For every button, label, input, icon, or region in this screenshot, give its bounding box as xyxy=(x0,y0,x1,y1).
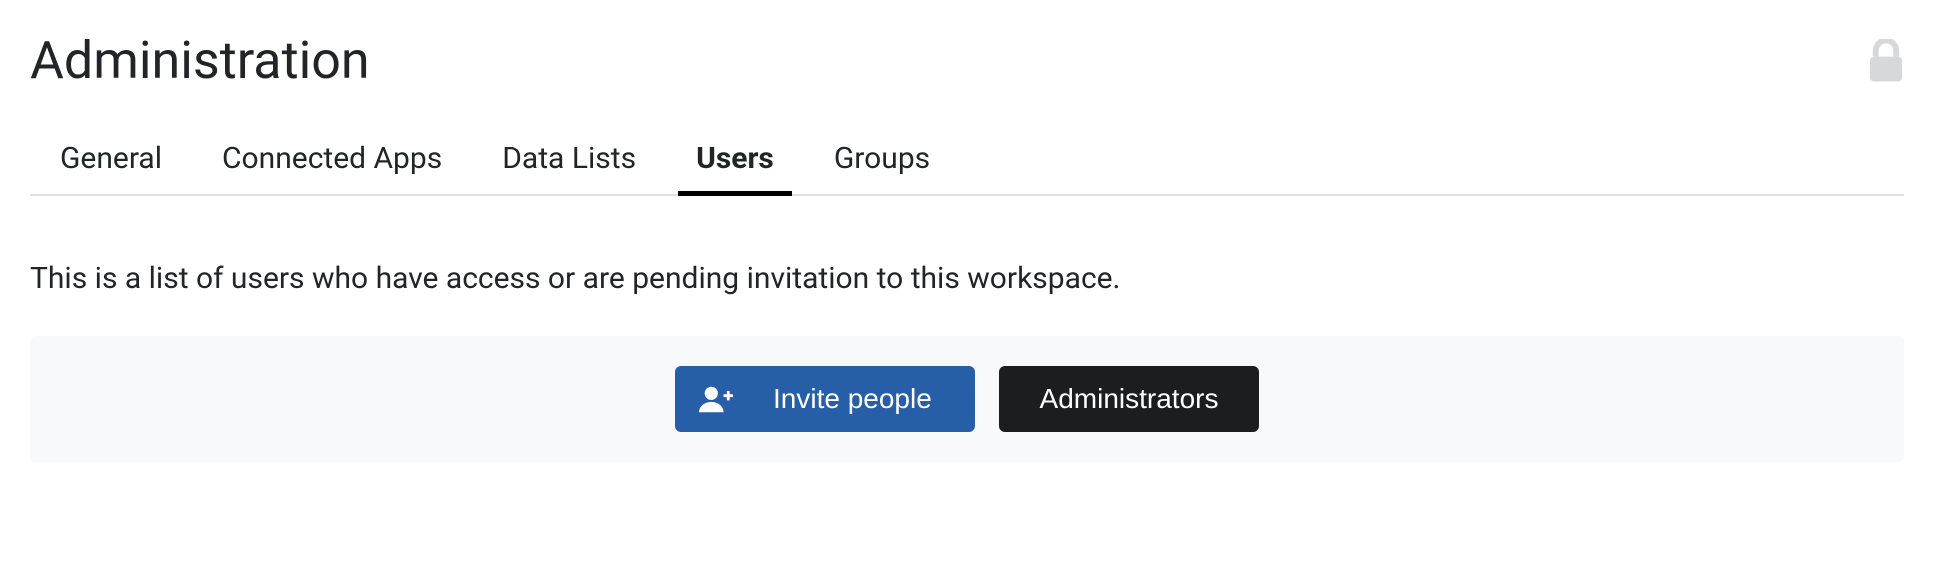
users-description: This is a list of users who have access … xyxy=(30,261,1904,296)
invite-people-button[interactable]: Invite people xyxy=(675,366,975,432)
invite-people-label: Invite people xyxy=(773,383,932,415)
administrators-button[interactable]: Administrators xyxy=(999,366,1259,432)
page-header: Administration xyxy=(30,30,1904,91)
tab-groups[interactable]: Groups xyxy=(834,131,930,194)
tab-data-lists[interactable]: Data Lists xyxy=(502,131,636,194)
lock-icon xyxy=(1868,39,1904,83)
tab-general[interactable]: General xyxy=(60,131,162,194)
tabs-nav: General Connected Apps Data Lists Users … xyxy=(30,131,1904,196)
page-title: Administration xyxy=(30,30,370,91)
tab-users[interactable]: Users xyxy=(696,131,774,194)
action-bar: Invite people Administrators xyxy=(30,336,1904,462)
administrators-label: Administrators xyxy=(1040,383,1219,415)
user-plus-icon xyxy=(699,385,733,413)
tab-connected-apps[interactable]: Connected Apps xyxy=(222,131,442,194)
